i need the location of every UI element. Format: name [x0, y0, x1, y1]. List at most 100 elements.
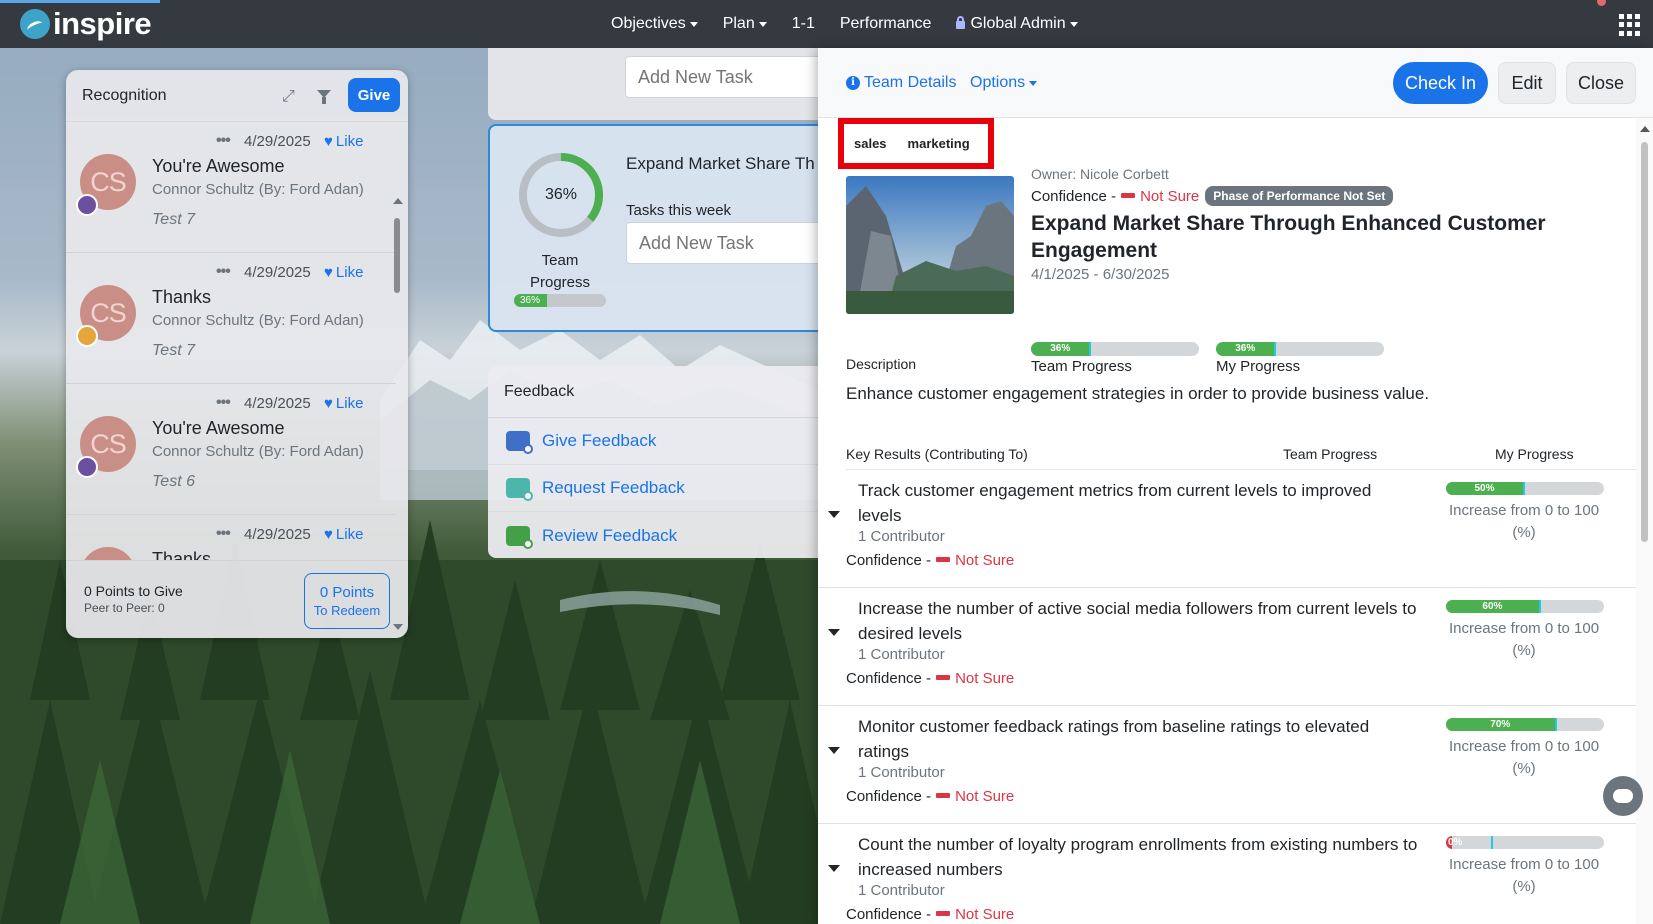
more-icon[interactable]: •••: [216, 394, 231, 412]
navbar-accent: [0, 0, 160, 3]
nav-one-on-one[interactable]: 1-1: [792, 15, 815, 33]
recognition-title: Recognition: [82, 86, 167, 104]
brand-logo[interactable]: inspire: [20, 6, 152, 42]
more-icon[interactable]: •••: [216, 132, 231, 150]
objective-title: Expand Market Share Through Enhanced Cus…: [1031, 212, 1546, 262]
key-result-increase: Increase from 0 to 100 (%): [1448, 738, 1600, 777]
recognition-card: Recognition ⤢ Give ••• 4/29/2025 ♥ Like C…: [66, 70, 408, 638]
like-button[interactable]: ♥ Like: [324, 526, 363, 543]
key-result-increase: Increase from 0 to 100 (%): [1448, 856, 1600, 895]
team-details-link[interactable]: i Team Details: [846, 74, 956, 92]
give-feedback-icon: [506, 431, 533, 454]
scroll-up-icon[interactable]: [393, 198, 403, 204]
recognition-item-title: You're Awesome: [152, 418, 285, 438]
check-in-button[interactable]: Check In: [1393, 62, 1488, 104]
add-task-input[interactable]: [626, 222, 836, 264]
expand-arrow-icon[interactable]: [828, 865, 840, 872]
key-result-contributors: 1 Contributor: [858, 528, 945, 545]
recognition-item-note: Test 6: [152, 473, 195, 490]
my-progress-header: My Progress: [1495, 446, 1574, 462]
add-task-input[interactable]: [625, 56, 835, 98]
nav-performance[interactable]: Performance: [840, 15, 932, 33]
give-feedback-link[interactable]: Give Feedback: [488, 418, 828, 465]
tag-marketing[interactable]: marketing: [908, 136, 970, 151]
objective-dates: 4/1/2025 - 6/30/2025: [1031, 266, 1170, 283]
top-navbar: inspire Objectives Plan 1-1 Performance …: [0, 0, 1653, 48]
recognition-date: 4/29/2025: [244, 395, 311, 412]
recognition-item-from: Connor Schultz (By: Ford Adan): [152, 181, 364, 198]
recognition-item-note: Test 7: [152, 342, 195, 359]
nav-plan[interactable]: Plan: [723, 15, 767, 33]
close-button[interactable]: Close: [1566, 62, 1636, 104]
recognition-date: 4/29/2025: [244, 133, 311, 150]
team-objective-card[interactable]: 36% Team Progress 36% Expand Market Shar…: [488, 124, 836, 332]
panel-header: i Team Details Options Check In Edit Clo…: [818, 48, 1653, 118]
recognition-date: 4/29/2025: [244, 526, 311, 543]
request-feedback-link[interactable]: Request Feedback: [488, 465, 828, 512]
key-result-row: Track customer engagement metrics from c…: [818, 470, 1636, 588]
edit-button[interactable]: Edit: [1498, 62, 1556, 104]
my-progress-label: My Progress: [1216, 358, 1301, 375]
redeem-points-button[interactable]: 0 Points To Redeem: [304, 573, 390, 629]
more-icon[interactable]: •••: [216, 263, 231, 281]
review-feedback-link[interactable]: Review Feedback: [488, 512, 828, 559]
avatar: CS: [80, 547, 136, 560]
key-result-title[interactable]: Track customer engagement metrics from c…: [858, 478, 1418, 528]
key-result-row: Count the number of loyalty program enro…: [818, 824, 1636, 924]
expand-icon[interactable]: ⤢: [282, 88, 295, 106]
key-result-title[interactable]: Monitor customer feedback ratings from b…: [858, 714, 1418, 764]
recognition-item-title: You're Awesome: [152, 156, 285, 176]
expand-arrow-icon[interactable]: [828, 747, 840, 754]
key-result-progress-bar: 50%: [1446, 482, 1604, 495]
key-result-title[interactable]: Count the number of loyalty program enro…: [858, 832, 1418, 882]
tag-sales[interactable]: sales: [854, 136, 887, 151]
nav-objectives[interactable]: Objectives: [611, 15, 698, 33]
my-progress-bar: 36%: [1216, 342, 1384, 356]
heart-icon: ♥: [324, 264, 333, 281]
notification-dot: [1597, 0, 1606, 6]
key-result-progress-bar: 0%: [1446, 836, 1604, 849]
lock-icon: [956, 16, 966, 29]
key-result-confidence: Confidence - Not Sure: [846, 552, 1015, 569]
like-button[interactable]: ♥ Like: [324, 264, 363, 281]
key-result-progress-bar: 60%: [1446, 600, 1604, 613]
feedback-card: Feedback Give Feedback Request Feedback …: [488, 366, 828, 558]
grid-icon[interactable]: [1619, 14, 1641, 36]
key-result-row: Increase the number of active social med…: [818, 588, 1636, 706]
award-badge-icon: [76, 456, 98, 478]
award-badge-icon: [76, 194, 98, 216]
inspire-logo-icon: [20, 9, 50, 39]
list-item: ••• 4/29/2025 ♥ Like CS You're Awesome Co…: [66, 122, 396, 253]
panel-body: sales marketing Owner: Nicole Corbett Co…: [818, 118, 1636, 924]
scroll-thumb[interactable]: [1641, 142, 1648, 542]
team-progress-bar: 36%: [1031, 342, 1199, 356]
key-result-title[interactable]: Increase the number of active social med…: [858, 596, 1418, 646]
peer-to-peer: Peer to Peer: 0: [84, 601, 165, 615]
heart-icon: ♥: [324, 395, 333, 412]
heart-icon: ♥: [324, 133, 333, 150]
key-result-increase: Increase from 0 to 100 (%): [1448, 502, 1600, 541]
chat-button[interactable]: [1603, 776, 1643, 816]
expand-arrow-icon[interactable]: [828, 511, 840, 518]
options-dropdown[interactable]: Options: [970, 74, 1038, 92]
give-button[interactable]: Give: [348, 78, 400, 112]
expand-arrow-icon[interactable]: [828, 629, 840, 636]
caret-down-icon: [689, 21, 698, 27]
scroll-thumb[interactable]: [394, 218, 400, 293]
more-icon[interactable]: •••: [216, 525, 231, 543]
recognition-item-from: Connor Schultz (By: Ford Adan): [152, 312, 364, 329]
objective-owner: Owner: Nicole Corbett: [1031, 166, 1169, 182]
like-button[interactable]: ♥ Like: [324, 133, 363, 150]
team-progress-bar: 36%: [514, 294, 606, 307]
nav-global-admin[interactable]: Global Admin: [956, 15, 1078, 33]
list-item: ••• 4/29/2025 ♥ Like CS You're Awesome Co…: [66, 384, 396, 515]
brand-name: inspire: [53, 6, 152, 41]
heart-icon: ♥: [324, 526, 333, 543]
chat-bubble-icon: [1613, 789, 1633, 803]
team-objective-title[interactable]: Expand Market Share Th: [626, 154, 815, 174]
filter-icon[interactable]: [317, 90, 331, 104]
objective-image: [846, 176, 1014, 314]
like-button[interactable]: ♥ Like: [324, 395, 363, 412]
description-heading: Description: [846, 356, 917, 372]
scroll-up-icon[interactable]: [1640, 126, 1650, 132]
